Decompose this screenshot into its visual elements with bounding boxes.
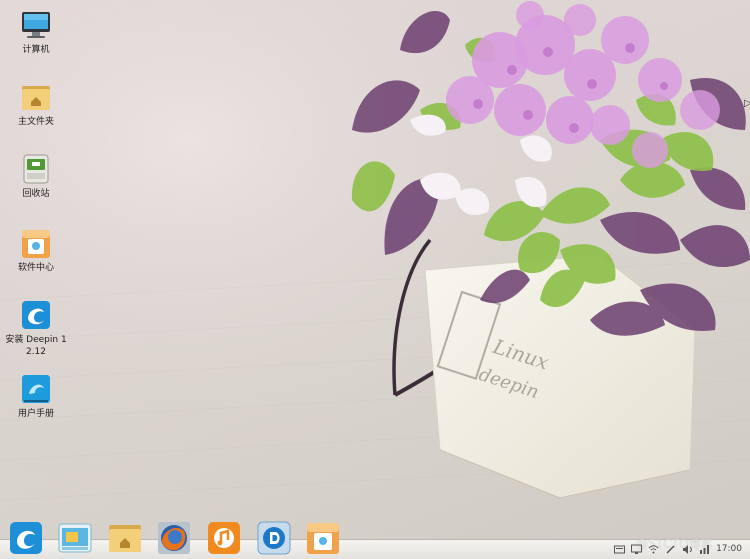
dock-item-file-manager[interactable]	[108, 521, 142, 555]
desktop-icon-label: 安装 Deepin 12.12	[5, 335, 67, 357]
software-center-icon	[307, 523, 339, 554]
folder-icon	[109, 525, 141, 552]
firefox-icon	[158, 522, 190, 554]
network-icon[interactable]	[699, 544, 710, 555]
pen-icon[interactable]	[665, 544, 676, 555]
desktop-icon-computer[interactable]: 计算机	[2, 8, 70, 56]
desktop-icon-trash[interactable]: 回收站	[2, 152, 70, 200]
deepin-installer-icon	[22, 301, 50, 329]
volume-icon[interactable]	[682, 544, 693, 555]
desktop-icon-label: 软件中心	[17, 263, 54, 273]
system-tray: 17:00	[614, 540, 742, 558]
dock-item-firefox[interactable]	[157, 521, 191, 555]
desktop-icon-home-folder[interactable]: 主文件夹	[2, 80, 70, 128]
clock[interactable]: 17:00	[716, 544, 742, 554]
wifi-icon[interactable]	[648, 544, 659, 555]
desktop-icon-label: 主文件夹	[17, 117, 54, 127]
home-folder-icon	[22, 86, 50, 110]
dock-item-deepin-software[interactable]	[257, 521, 291, 555]
deepin-launcher-icon	[10, 522, 42, 554]
desktop-icon-install-deepin[interactable]: 安装 Deepin 12.12	[2, 298, 70, 358]
dock-item-launcher[interactable]	[9, 521, 43, 555]
desktop-icon-label: 用户手册	[17, 409, 54, 419]
display-icon[interactable]	[631, 544, 643, 555]
trash-icon	[23, 154, 49, 184]
wallpaper: Linux deepin	[0, 0, 750, 559]
deepin-d-icon	[257, 521, 291, 555]
user-manual-icon	[22, 375, 50, 403]
dock-item-control-center[interactable]	[58, 521, 92, 555]
music-icon	[208, 522, 240, 554]
desktop-icon-user-manual[interactable]: 用户手册	[2, 372, 70, 420]
desktop[interactable]: Linux deepin 计算机 主文件夹 回收站 软件中心 安装 Deepin…	[0, 0, 750, 559]
keyboard-icon[interactable]	[614, 544, 626, 555]
desktop-icon-label: 回收站	[22, 189, 50, 199]
control-center-icon	[58, 523, 92, 553]
dock-item-music-player[interactable]	[207, 521, 241, 555]
desktop-icon-label: 计算机	[22, 45, 50, 55]
desktop-icon-software-center[interactable]: 软件中心	[2, 226, 70, 274]
dock-item-software-center[interactable]	[306, 521, 340, 555]
software-center-icon	[22, 230, 50, 258]
computer-icon	[22, 12, 50, 38]
panel-edge-arrow-icon[interactable]: ▷	[744, 98, 750, 109]
